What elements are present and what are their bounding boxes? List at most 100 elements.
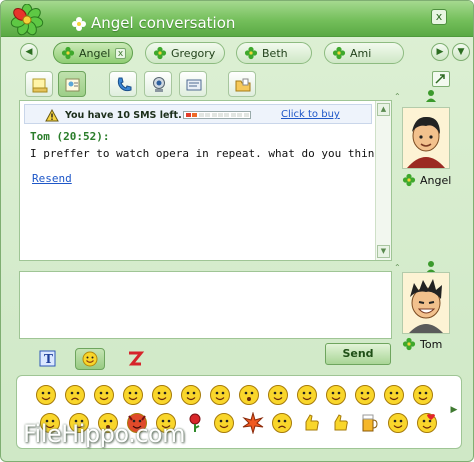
sms-count-text: You have 10 SMS left. <box>65 110 182 121</box>
tab-ami[interactable]: Ami <box>324 42 404 64</box>
local-contact-name: Tom <box>420 338 443 351</box>
history-button[interactable] <box>228 71 256 97</box>
sick-emoticon-icon[interactable] <box>387 412 409 434</box>
zap-icon <box>128 351 145 366</box>
status-flower-icon <box>72 17 86 31</box>
close-button[interactable]: x <box>431 9 447 25</box>
close-tab-button[interactable]: x <box>115 48 126 59</box>
icq-flower-logo <box>10 4 44 36</box>
cool-emoticon-icon[interactable] <box>180 384 202 406</box>
my-avatar[interactable] <box>402 272 450 334</box>
tom-avatar-image <box>403 273 449 333</box>
kiss-emoticon-icon[interactable] <box>209 384 231 406</box>
thumbs-up-emoticon-icon[interactable] <box>300 412 322 434</box>
online-flower-icon <box>402 337 416 351</box>
message-body: I preffer to watch opera in repeat. what… <box>30 147 388 160</box>
sms-meter-segment <box>237 113 243 117</box>
online-flower-icon <box>332 46 346 60</box>
sms-meter-segment <box>224 113 230 117</box>
sms-meter-segment <box>211 113 217 117</box>
sms-notice-bar: You have 10 SMS left. Click to buy <box>24 104 372 124</box>
sleepy-emoticon-icon[interactable] <box>213 412 235 434</box>
folder-icon <box>235 78 251 92</box>
smile-emoticon-icon[interactable] <box>35 384 57 406</box>
webcam-icon <box>153 77 165 92</box>
video-call-button[interactable] <box>144 71 172 97</box>
sms-meter-segment <box>243 113 249 117</box>
scroll-up-arrow-icon[interactable]: ▲ <box>377 103 390 116</box>
online-flower-icon <box>153 46 167 60</box>
contact-avatar[interactable] <box>402 107 450 169</box>
buy-sms-link[interactable]: Click to buy <box>281 109 340 120</box>
tab-label: Beth <box>262 47 288 60</box>
sms-meter <box>183 111 251 119</box>
popout-arrow-icon <box>435 74 445 84</box>
online-flower-icon <box>402 173 416 187</box>
resend-link[interactable]: Resend <box>32 172 72 185</box>
star-eyes-emoticon-icon[interactable] <box>354 384 376 406</box>
nudge-button[interactable] <box>120 348 150 370</box>
tab-label: Ami <box>350 47 372 60</box>
svg-text:T: T <box>44 352 53 366</box>
scroll-down-arrow-icon[interactable]: ▼ <box>377 245 390 258</box>
tabs-menu-button[interactable]: ▼ <box>452 43 470 61</box>
voice-call-button[interactable] <box>109 71 137 97</box>
tab-label: Angel <box>79 47 111 60</box>
contact-person-icon[interactable] <box>424 89 438 103</box>
send-file-icon <box>186 79 202 91</box>
shy-emoticon-icon[interactable] <box>383 384 405 406</box>
title-bar[interactable]: Angel conversation x <box>1 1 473 37</box>
online-flower-icon <box>244 46 258 60</box>
warning-icon <box>45 109 59 122</box>
emoticons-scroll-right-button[interactable]: ▶ <box>448 400 460 420</box>
burst-emoticon-icon[interactable] <box>242 412 264 434</box>
collapse-arrow-icon[interactable]: ⌃ <box>394 263 401 272</box>
confused-emoticon-icon[interactable] <box>412 384 434 406</box>
tab-beth[interactable]: Beth <box>236 42 312 64</box>
notes-icon <box>32 78 48 93</box>
send-button[interactable]: Send <box>325 343 391 365</box>
love-emoticon-icon[interactable] <box>416 412 438 434</box>
beer-emoticon-icon[interactable] <box>358 412 380 434</box>
text-format-button[interactable]: T <box>33 348 63 370</box>
tab-angel[interactable]: Angel x <box>53 42 133 64</box>
history-scrollbar[interactable]: ▲ ▼ <box>375 101 391 260</box>
tabs-scroll-left-button[interactable]: ◀ <box>20 43 38 61</box>
fist-emoticon-icon[interactable] <box>329 412 351 434</box>
sms-meter-segment <box>218 113 223 117</box>
surprised-emoticon-icon[interactable] <box>238 384 260 406</box>
notes-button[interactable] <box>25 71 53 97</box>
online-flower-icon <box>61 46 75 60</box>
blush-emoticon-icon[interactable] <box>151 384 173 406</box>
tabs-scroll-right-button[interactable]: ▶ <box>431 43 449 61</box>
phone-icon <box>117 77 132 92</box>
worried-emoticon-icon[interactable] <box>271 412 293 434</box>
tab-gregory[interactable]: Gregory <box>145 42 225 64</box>
sms-meter-segment <box>192 113 198 117</box>
angel-avatar-image <box>403 108 449 168</box>
message-history[interactable]: You have 10 SMS left. Click to buy Tom (… <box>19 100 392 261</box>
smiley-icon <box>82 351 98 367</box>
sms-meter-segment <box>230 113 236 117</box>
laugh-emoticon-icon[interactable] <box>93 384 115 406</box>
contact-details-button[interactable] <box>58 71 86 97</box>
send-file-button[interactable] <box>179 71 207 97</box>
rose-emoticon-icon[interactable] <box>184 412 206 434</box>
sad-emoticon-icon[interactable] <box>64 384 86 406</box>
wink-emoticon-icon[interactable] <box>122 384 144 406</box>
music-emoticon-icon[interactable] <box>267 384 289 406</box>
emoticons-button[interactable] <box>75 348 105 370</box>
popout-button[interactable] <box>432 71 450 87</box>
watermark: FileHippo.com <box>23 420 186 448</box>
contact-card-icon <box>65 78 80 92</box>
window-title: Angel conversation <box>91 14 236 32</box>
message-input[interactable] <box>19 271 392 339</box>
sms-meter-segment <box>198 113 204 117</box>
chat-window: Angel conversation x ◀ Angel x Gregory B… <box>0 0 474 462</box>
angry-emoticon-icon[interactable] <box>296 384 318 406</box>
collapse-arrow-icon[interactable]: ⌃ <box>394 92 401 101</box>
text-format-icon: T <box>39 350 56 367</box>
tongue-emoticon-icon[interactable] <box>325 384 347 406</box>
remote-contact-name: Angel <box>420 174 452 187</box>
sms-meter-segment <box>186 113 191 117</box>
